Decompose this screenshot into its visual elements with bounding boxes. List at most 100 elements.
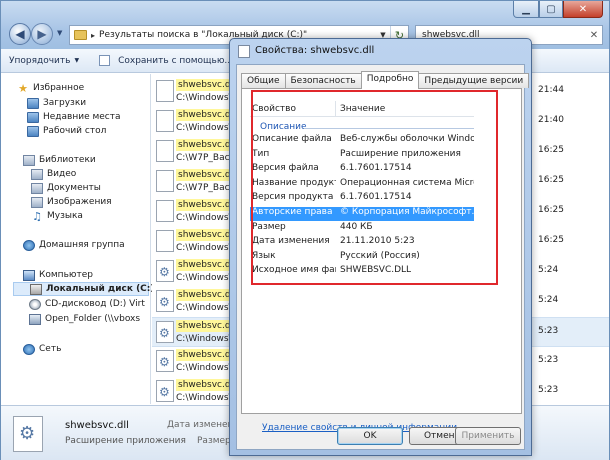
file-icon [156, 140, 174, 162]
file-icon [156, 230, 174, 252]
folder-icon [74, 30, 87, 40]
nav-cd-drive-label: CD-дисковод (D:) Virt [45, 299, 145, 309]
nav-cd-drive[interactable]: CD-дисковод (D:) Virt [29, 297, 145, 311]
nav-desktop[interactable]: Рабочий стол [27, 124, 106, 138]
dialog-title: Свойства: shwebsvc.dll [255, 45, 375, 56]
arrow-left-icon: ◀ [15, 27, 25, 41]
tab-strip: Общие Безопасность Подробно Предыдущие верс… [241, 71, 530, 89]
highlight-annotation [251, 90, 498, 285]
details-file-name: shwebsvc.dll [65, 420, 129, 431]
details-file-type: Расширение приложения [65, 436, 186, 446]
nav-music-label: Музыка [47, 211, 83, 221]
computer-icon [23, 269, 35, 281]
gear-file-icon [156, 260, 174, 282]
result-time: 16:25 [538, 235, 564, 245]
gear-file-icon [156, 350, 174, 372]
nav-favorites[interactable]: ★ Избранное [17, 81, 84, 95]
open-icon[interactable] [99, 55, 111, 66]
result-time: 5:24 [538, 295, 559, 305]
nav-libraries[interactable]: Библиотеки [23, 153, 96, 167]
result-time: 5:23 [538, 355, 559, 365]
nav-pictures[interactable]: Изображения [31, 195, 112, 209]
chevron-down-icon: ▼ [74, 57, 80, 64]
nav-recent[interactable]: Недавние места [27, 110, 121, 124]
tab-1[interactable]: Безопасность [284, 73, 362, 88]
music-icon: ♫ [32, 209, 42, 223]
nav-downloads-label: Загрузки [43, 98, 87, 108]
nav-video[interactable]: Видео [31, 167, 76, 181]
tab-0[interactable]: Общие [241, 73, 286, 88]
minimize-button[interactable]: ▁ [513, 1, 539, 18]
organize-menu[interactable]: Упорядочить ▼ [1, 56, 87, 66]
nav-local-disk-label: Локальный диск (C:) [46, 284, 155, 294]
downloads-icon [27, 97, 39, 109]
gear-file-icon [156, 380, 174, 402]
result-time: 16:25 [538, 205, 564, 215]
nav-homegroup[interactable]: Домашняя группа [23, 238, 125, 252]
nav-documents[interactable]: Документы [31, 181, 101, 195]
result-time: 21:40 [538, 115, 564, 125]
navigation-pane: ★ Избранное Загрузки Недавние места Рабоч… [1, 74, 155, 404]
tab-2[interactable]: Подробно [360, 71, 420, 89]
nav-music[interactable]: ♫ Музыка [31, 209, 83, 223]
properties-dialog: Свойства: shwebsvc.dll Общие Безопасность… [229, 38, 532, 456]
file-icon [156, 110, 174, 132]
arrow-right-icon: ▶ [37, 27, 47, 41]
file-icon [156, 80, 174, 102]
file-icon [156, 170, 174, 192]
libraries-icon [23, 154, 35, 166]
clear-search-icon[interactable]: ✕ [586, 30, 602, 41]
nav-local-disk[interactable]: Локальный диск (C:) [13, 282, 155, 296]
maximize-button[interactable]: ▢ [539, 1, 563, 18]
open-with-menu[interactable]: Сохранить с помощью... [110, 56, 241, 66]
nav-pictures-label: Изображения [47, 197, 112, 207]
nav-computer[interactable]: Компьютер [23, 268, 93, 282]
forward-button[interactable]: ▶ [31, 23, 53, 45]
nav-open-folder[interactable]: Open_Folder (\\vboxs [29, 312, 140, 326]
documents-icon [31, 182, 43, 194]
organize-label: Упорядочить [9, 55, 71, 66]
nav-network[interactable]: Сеть [23, 342, 61, 356]
result-time: 16:25 [538, 175, 564, 185]
breadcrumb-separator-icon[interactable]: ▸ [91, 31, 95, 40]
nav-documents-label: Документы [47, 183, 101, 193]
gear-file-icon [156, 290, 174, 312]
nav-favorites-label: Избранное [33, 83, 85, 93]
nav-downloads[interactable]: Загрузки [27, 96, 86, 110]
video-icon [31, 168, 43, 180]
nav-video-label: Видео [47, 169, 77, 179]
result-time: 5:24 [538, 265, 559, 275]
file-icon [156, 200, 174, 222]
nav-open-folder-label: Open_Folder (\\vboxs [45, 314, 141, 324]
nav-homegroup-label: Домашняя группа [39, 240, 125, 250]
window-controls: ▁ ▢ ✕ [513, 1, 603, 19]
nav-computer-label: Компьютер [39, 270, 93, 280]
back-button[interactable]: ◀ [9, 23, 31, 45]
tab-3[interactable]: Предыдущие версии [418, 73, 530, 88]
nav-libraries-label: Библиотеки [39, 155, 96, 165]
nav-desktop-label: Рабочий стол [43, 126, 107, 136]
close-button[interactable]: ✕ [563, 1, 603, 18]
star-icon: ★ [18, 81, 28, 95]
hard-drive-icon [30, 283, 42, 295]
apply-button[interactable]: Применить [455, 427, 521, 445]
gear-file-icon [13, 416, 43, 452]
result-time: 21:44 [538, 85, 564, 95]
network-drive-icon [29, 313, 41, 325]
homegroup-icon [23, 239, 35, 251]
recent-places-icon [27, 111, 39, 123]
desktop-icon [27, 125, 39, 137]
nav-recent-label: Недавние места [43, 112, 121, 122]
result-time: 16:25 [538, 145, 564, 155]
gear-file-icon [156, 321, 174, 343]
file-icon [238, 45, 250, 58]
result-time: 5:23 [538, 326, 559, 336]
pictures-icon [31, 196, 43, 208]
nav-network-label: Сеть [39, 344, 62, 354]
open-with-label: Сохранить с помощью... [118, 55, 233, 66]
network-icon [23, 343, 35, 355]
result-time: 5:23 [538, 385, 559, 395]
cd-drive-icon [29, 298, 41, 310]
history-dropdown-icon[interactable]: ▼ [57, 29, 62, 37]
ok-button[interactable]: OK [337, 427, 403, 445]
